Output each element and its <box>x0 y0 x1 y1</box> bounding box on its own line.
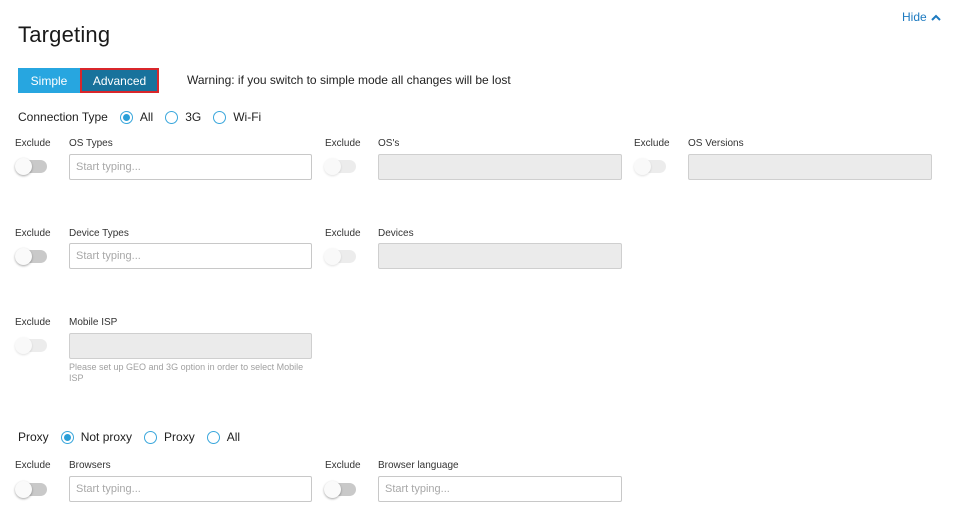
radio-button[interactable] <box>165 110 179 124</box>
exclude-label: Exclude <box>15 317 51 328</box>
exclude-label: Exclude <box>325 460 361 471</box>
device-types-exclude-toggle[interactable] <box>15 248 47 265</box>
proxy-row: Proxy Not proxy Proxy All <box>18 430 252 444</box>
proxy-label: Proxy <box>18 430 49 444</box>
mobile-isp-helper-text: Please set up GEO and 3G option in order… <box>69 362 304 383</box>
exclude-label: Exclude <box>15 228 51 239</box>
exclude-label: Exclude <box>15 460 51 471</box>
radio-button[interactable] <box>213 110 227 124</box>
browser-language-exclude-toggle[interactable] <box>324 481 356 498</box>
radio-label: 3G <box>185 110 202 124</box>
browser-language-input[interactable] <box>378 476 622 502</box>
mobile-isp-exclude-toggle <box>15 337 47 354</box>
os-types-label: OS Types <box>69 138 113 149</box>
radio-button[interactable] <box>144 430 158 444</box>
device-types-input[interactable] <box>69 243 312 269</box>
chevron-up-icon <box>930 14 941 21</box>
devices-input <box>378 243 622 269</box>
radio-button[interactable] <box>206 430 220 444</box>
simple-mode-button[interactable]: Simple <box>18 68 80 93</box>
connection-type-row: Connection Type All 3G Wi-Fi <box>18 110 273 124</box>
connection-type-option-3g[interactable]: 3G <box>165 110 201 124</box>
exclude-label: Exclude <box>325 228 361 239</box>
devices-exclude-toggle <box>324 248 356 265</box>
mode-warning-text: Warning: if you switch to simple mode al… <box>187 73 511 87</box>
exclude-label: Exclude <box>634 138 670 149</box>
exclude-label: Exclude <box>325 138 361 149</box>
browsers-input[interactable] <box>69 476 312 502</box>
devices-label: Devices <box>378 228 414 239</box>
advanced-mode-button[interactable]: Advanced <box>80 68 159 93</box>
connection-type-option-wifi[interactable]: Wi-Fi <box>213 110 261 124</box>
page-title: Targeting <box>18 22 111 47</box>
oss-input <box>378 154 622 180</box>
radio-label: All <box>226 430 241 444</box>
radio-label: Proxy <box>164 430 195 444</box>
radio-label: All <box>139 110 154 124</box>
browsers-exclude-toggle[interactable] <box>15 481 47 498</box>
proxy-option-all[interactable]: All <box>206 430 241 444</box>
os-types-input[interactable] <box>69 154 312 180</box>
os-versions-label: OS Versions <box>688 138 744 149</box>
hide-label: Hide <box>902 10 927 24</box>
connection-type-label: Connection Type <box>18 110 108 124</box>
proxy-option-proxy[interactable]: Proxy <box>144 430 195 444</box>
hide-link[interactable]: Hide <box>902 10 941 24</box>
connection-type-option-all[interactable]: All <box>119 110 154 124</box>
os-versions-exclude-toggle <box>634 158 666 175</box>
oss-label: OS's <box>378 138 400 149</box>
device-types-label: Device Types <box>69 228 129 239</box>
oss-exclude-toggle <box>324 158 356 175</box>
mobile-isp-label: Mobile ISP <box>69 317 118 328</box>
radio-label: Wi-Fi <box>233 110 262 124</box>
exclude-label: Exclude <box>15 138 51 149</box>
radio-label: Not proxy <box>80 430 133 444</box>
radio-button[interactable] <box>119 110 133 124</box>
os-versions-input <box>688 154 932 180</box>
mode-button-group: Simple Advanced <box>18 68 159 93</box>
os-types-exclude-toggle[interactable] <box>15 158 47 175</box>
browsers-label: Browsers <box>69 460 111 471</box>
radio-button[interactable] <box>60 430 74 444</box>
proxy-option-not-proxy[interactable]: Not proxy <box>60 430 133 444</box>
browser-language-label: Browser language <box>378 460 459 471</box>
mobile-isp-input <box>69 333 312 359</box>
